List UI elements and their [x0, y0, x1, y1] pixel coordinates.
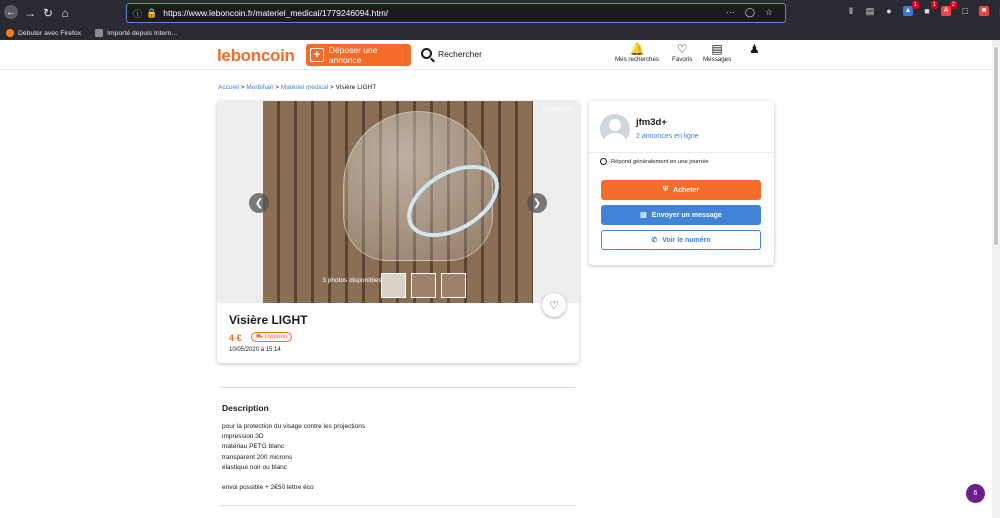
truck-icon: ⛟: [256, 333, 263, 340]
breadcrumb-region[interactable]: Morbihan: [246, 84, 273, 91]
search-icon: [421, 48, 432, 59]
description-heading: Description: [222, 403, 269, 413]
page-info-icon[interactable]: ⓘ: [133, 7, 142, 20]
seller-name[interactable]: jfm3d+: [636, 117, 667, 128]
message-icon: ▤: [640, 212, 647, 219]
photo-thumbnails: [381, 273, 466, 298]
next-photo-button[interactable]: ❯: [527, 193, 547, 213]
photos-count: 3 photos disponibles: [322, 277, 382, 284]
description-line: transparent 200 microns: [222, 453, 293, 461]
phone-icon: ✆: [651, 237, 658, 244]
bookmark-item[interactable]: Débuter avec Firefox: [6, 29, 81, 37]
firefox-icon: [6, 29, 14, 37]
avatar[interactable]: [600, 114, 630, 144]
reload-icon[interactable]: ↻: [40, 5, 56, 21]
lock-icon[interactable]: 🔒: [146, 8, 157, 19]
forward-arrow-icon[interactable]: →: [22, 5, 38, 21]
send-message-button[interactable]: ▤ Envoyer un message: [601, 205, 761, 225]
description-line: envoi possible + 2€50 lettre éco: [222, 484, 314, 492]
listing-card: leboncoin ❮ ❯ 3 photos disponibles ♡ Vis…: [217, 101, 579, 363]
back-arrow-icon[interactable]: ←: [4, 5, 18, 19]
url-text[interactable]: https://www.leboncoin.fr/materiel_medica…: [163, 8, 388, 18]
bookmark-item[interactable]: Importé depuis Intern...: [95, 29, 177, 37]
photo-thumbnail[interactable]: [381, 273, 406, 298]
breadcrumb: Accueil > Morbihan > Matériel médical > …: [218, 84, 377, 91]
prev-photo-button[interactable]: ❮: [249, 193, 269, 213]
extension-icon[interactable]: ■ 1: [922, 1, 938, 16]
description-line: pour la protection du visage contre les …: [222, 423, 366, 430]
chat-badge[interactable]: 6: [966, 484, 985, 503]
extension-icon[interactable]: ▲ 1: [903, 1, 919, 16]
extensions-toolbar: Ⅱ ▤ ● ▲1 ■1 A2 □ ■ ☰: [846, 1, 1000, 16]
site-header: leboncoin + Déposer une annonce Recherch…: [0, 40, 992, 70]
pocket-icon[interactable]: ◯: [745, 7, 755, 18]
seller-ads-link[interactable]: 2 annonces en ligne: [636, 133, 699, 140]
heart-icon: ♡: [549, 299, 559, 312]
nav-account[interactable]: ♟: [749, 42, 760, 56]
favorite-button[interactable]: ♡: [542, 293, 566, 317]
scrollbar[interactable]: [992, 40, 1000, 518]
adblock-icon[interactable]: A2: [941, 1, 957, 16]
description-text: pour la protection du visage contre les …: [222, 422, 365, 493]
folder-icon: [95, 29, 104, 37]
site-logo[interactable]: leboncoin: [217, 46, 295, 66]
bookmark-star-icon[interactable]: ☆: [765, 7, 773, 18]
buy-button[interactable]: ⛨ Acheter: [601, 180, 761, 200]
listing-date: 10/05/2020 à 15:14: [229, 347, 281, 353]
browser-chrome: ← → ↻ ⌂ ⓘ 🔒 https://www.leboncoin.fr/mat…: [0, 0, 1000, 40]
heart-icon: ♡: [676, 42, 688, 56]
plus-icon: +: [310, 48, 324, 62]
post-ad-button[interactable]: + Déposer une annonce: [306, 44, 411, 66]
url-bar[interactable]: ⓘ 🔒 https://www.leboncoin.fr/materiel_me…: [126, 3, 786, 23]
browser-toolbar: ← → ↻ ⌂ ⓘ 🔒 https://www.leboncoin.fr/mat…: [0, 0, 1000, 26]
nav-favorites[interactable]: ♡ Favoris: [672, 42, 692, 63]
divider: [589, 152, 774, 153]
divider: [220, 505, 575, 506]
more-actions-icon[interactable]: ⋯: [726, 7, 735, 18]
description-line: [222, 473, 365, 483]
description-line: élastique noir ou blanc: [222, 463, 288, 471]
extension-icon[interactable]: □: [960, 6, 970, 16]
breadcrumb-home[interactable]: Accueil: [218, 84, 239, 91]
bell-icon: 🔔: [629, 42, 645, 56]
sidebar-icon[interactable]: ▤: [865, 6, 875, 16]
account-icon[interactable]: ●: [884, 6, 894, 16]
divider: [220, 387, 575, 388]
nav-saved-searches[interactable]: 🔔 Mes recherches: [615, 42, 659, 63]
response-time: Répond généralement en une journée: [600, 158, 709, 165]
listing-price: 4 €: [229, 333, 242, 343]
delivery-badge: ⛟ Livraison: [251, 332, 292, 342]
photo-gallery[interactable]: leboncoin ❮ ❯ 3 photos disponibles: [217, 101, 579, 303]
shield-icon: ⛨: [662, 186, 669, 193]
nav-messages[interactable]: ▤ Messages: [703, 42, 731, 63]
message-icon: ▤: [711, 42, 723, 56]
bookmarks-bar: Débuter avec Firefox Importé depuis Inte…: [0, 26, 1000, 40]
photo-thumbnail[interactable]: [411, 273, 436, 298]
search-button[interactable]: Rechercher: [421, 48, 482, 59]
breadcrumb-current: Visière LIGHT: [335, 84, 377, 91]
library-icon[interactable]: Ⅱ: [846, 6, 856, 16]
user-icon: ♟: [749, 42, 760, 56]
home-icon[interactable]: ⌂: [57, 5, 73, 21]
clock-icon: [600, 158, 607, 165]
breadcrumb-category[interactable]: Matériel médical: [281, 84, 328, 91]
photo-watermark: leboncoin: [543, 106, 573, 113]
description-line: impression 3D: [222, 433, 264, 441]
seller-card: jfm3d+ 2 annonces en ligne Répond généra…: [589, 101, 774, 265]
scrollbar-thumb[interactable]: [993, 46, 999, 246]
description-line: matériau PETG blanc: [222, 443, 285, 451]
extension-icon[interactable]: ■: [979, 6, 989, 16]
photo-thumbnail[interactable]: [441, 273, 466, 298]
show-phone-button[interactable]: ✆ Voir le numéro: [601, 230, 761, 250]
leboncoin-page: leboncoin + Déposer une annonce Recherch…: [0, 40, 992, 518]
listing-title: Visière LIGHT: [229, 313, 308, 327]
